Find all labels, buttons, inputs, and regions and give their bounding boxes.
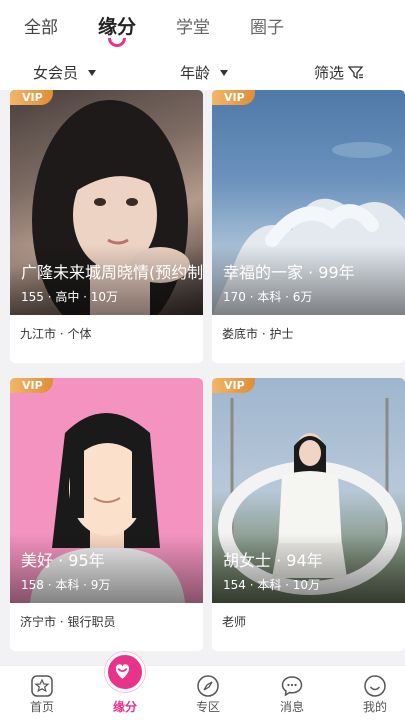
top-tabs: 全部 缘分 学堂 圈子 bbox=[0, 0, 405, 50]
chat-bubble-icon bbox=[281, 676, 303, 697]
card-name: 幸福的一家 · 99年 bbox=[223, 263, 355, 282]
vip-badge: VIP bbox=[10, 378, 53, 393]
card-name: 广隆未来城周晓情(预约制 bbox=[21, 263, 203, 282]
card-meta: 158 · 本科 · 9万 bbox=[21, 578, 111, 592]
nav-me-label: 我的 bbox=[362, 700, 387, 714]
vip-badge: VIP bbox=[212, 90, 255, 105]
card-footer: 济宁市 · 银行职员 bbox=[20, 615, 116, 629]
card-name: 美好 · 95年 bbox=[21, 551, 105, 570]
tab-fate-label: 缘分 bbox=[98, 15, 137, 38]
active-tab-indicator-icon bbox=[108, 37, 126, 47]
app: 全部 缘分 学堂 圈子 女会员 年龄 筛选 VIP 广隆未来城周晓情(预约制 1… bbox=[0, 0, 405, 720]
card-footer: 九江市 · 个体 bbox=[20, 327, 92, 341]
nav-me[interactable]: 我的 bbox=[345, 666, 405, 720]
nav-fate-circle bbox=[105, 652, 145, 692]
chevron-down-icon bbox=[220, 69, 229, 76]
nav-fate-label: 缘分 bbox=[112, 700, 137, 714]
nav-home[interactable]: 首页 bbox=[12, 666, 72, 720]
nav-fate[interactable]: 缘分 bbox=[95, 652, 155, 720]
card-meta: 154 · 本科 · 10万 bbox=[223, 578, 321, 592]
card-footer: 老师 bbox=[222, 615, 247, 629]
profile-card[interactable]: VIP 胡女士 · 94年 154 · 本科 · 10万 老师 bbox=[212, 378, 405, 651]
profile-photo: VIP 胡女士 · 94年 154 · 本科 · 10万 bbox=[212, 378, 405, 603]
membership-filter[interactable]: 女会员 bbox=[33, 62, 97, 83]
funnel-icon bbox=[348, 65, 364, 79]
profile-card[interactable]: VIP 美好 · 95年 158 · 本科 · 9万 济宁市 · 银行职员 bbox=[10, 378, 203, 651]
age-filter[interactable]: 年龄 bbox=[180, 62, 229, 83]
smiley-profile-icon bbox=[364, 675, 386, 697]
screen-filter[interactable]: 筛选 bbox=[314, 62, 364, 83]
chevron-down-icon bbox=[88, 69, 97, 76]
profile-card[interactable]: VIP 幸福的一家 · 99年 170 · 本科 · 6万 娄底市 · 护士 bbox=[212, 90, 405, 363]
profile-photo: VIP 广隆未来城周晓情(预约制 155 · 高中 · 10万 bbox=[10, 90, 203, 315]
filter-bar: 女会员 年龄 筛选 bbox=[0, 50, 405, 90]
card-meta: 155 · 高中 · 10万 bbox=[21, 290, 119, 304]
membership-filter-label: 女会员 bbox=[33, 64, 79, 82]
age-filter-label: 年龄 bbox=[180, 64, 211, 82]
heart-smile-icon bbox=[115, 664, 130, 679]
profile-photo: VIP 美好 · 95年 158 · 本科 · 9万 bbox=[10, 378, 203, 603]
card-footer: 娄底市 · 护士 bbox=[222, 327, 294, 341]
nav-zone-label: 专区 bbox=[195, 700, 220, 714]
vip-badge: VIP bbox=[212, 378, 255, 393]
tab-academy[interactable]: 学堂 bbox=[176, 13, 210, 38]
nav-zone[interactable]: 专区 bbox=[178, 666, 238, 720]
card-meta: 170 · 本科 · 6万 bbox=[223, 290, 313, 304]
nav-home-label: 首页 bbox=[29, 700, 54, 714]
screen-filter-label: 筛选 bbox=[314, 64, 345, 82]
nav-messages-label: 消息 bbox=[279, 700, 304, 714]
vip-badge: VIP bbox=[10, 90, 53, 105]
tab-all[interactable]: 全部 bbox=[24, 13, 58, 38]
card-name: 胡女士 · 94年 bbox=[223, 551, 323, 570]
nav-messages[interactable]: 消息 bbox=[262, 666, 322, 720]
tab-circle[interactable]: 圈子 bbox=[250, 13, 284, 38]
profile-photo: VIP 幸福的一家 · 99年 170 · 本科 · 6万 bbox=[212, 90, 405, 315]
profile-card[interactable]: VIP 广隆未来城周晓情(预约制 155 · 高中 · 10万 九江市 · 个体 bbox=[10, 90, 203, 363]
star-home-icon bbox=[31, 675, 53, 697]
tab-fate[interactable]: 缘分 bbox=[98, 12, 137, 47]
compass-icon bbox=[197, 675, 219, 697]
bottom-nav: 首页 缘分 专区 消息 我的 bbox=[0, 652, 405, 720]
